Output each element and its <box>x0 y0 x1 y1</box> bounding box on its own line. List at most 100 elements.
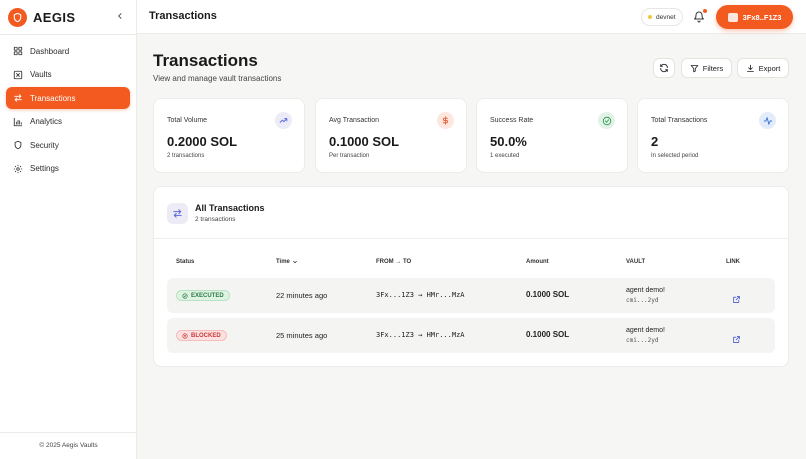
time-cell: 25 minutes ago <box>276 331 328 340</box>
amount-cell: 0.1000 SOL <box>526 330 570 339</box>
status-label: EXECUTED <box>191 292 224 299</box>
sort-chevron-down-icon <box>293 260 297 264</box>
stat-card-total-volume: Total Volume 0.2000 SOL 2 transactions <box>153 98 305 173</box>
collapse-sidebar-button[interactable] <box>113 9 127 23</box>
amount-cell: 0.1000 SOL <box>526 290 570 299</box>
column-label: Time <box>276 259 290 265</box>
stat-label: Avg Transaction <box>329 117 380 124</box>
external-link-icon[interactable] <box>732 291 741 303</box>
page-title: Transactions <box>153 51 258 70</box>
stat-card-avg-transaction: Avg Transaction 0.1000 SOL Per transacti… <box>315 98 467 173</box>
table-row[interactable]: EXECUTED 22 minutes ago 3Fx...1Z3 → HMr.… <box>167 278 775 313</box>
export-button[interactable]: Export <box>737 58 789 78</box>
sidebar-item-label: Dashboard <box>30 46 70 56</box>
stat-value: 2 <box>651 134 659 149</box>
check-circle-icon <box>182 292 188 299</box>
sidebar-footer-divider <box>0 432 137 433</box>
topbar: Transactions devnet 3Fx8..F1Z3 <box>137 0 806 34</box>
wallet-icon <box>727 12 738 22</box>
sidebar-item-label: Transactions <box>30 93 76 103</box>
stat-sub: In selected period <box>651 153 699 159</box>
vault-id: cmi...2yd <box>626 297 659 304</box>
column-label: LINK <box>726 259 740 265</box>
topbar-title: Transactions <box>149 10 217 22</box>
column-label: FROM → TO <box>376 259 412 265</box>
panel-subtitle: 2 transactions <box>195 216 236 223</box>
vault-name[interactable]: agent demo! <box>626 327 665 334</box>
route-cell: 3Fx...1Z3 → HMr...MzA <box>376 291 465 299</box>
table-row[interactable]: BLOCKED 25 minutes ago 3Fx...1Z3 → HMr..… <box>167 318 775 353</box>
column-header-amount[interactable]: Amount <box>526 259 549 265</box>
transfer-icon <box>14 94 22 102</box>
transfer-icon <box>167 203 188 224</box>
stat-label: Total Transactions <box>651 117 708 124</box>
wallet-address: 3Fx8..F1Z3 <box>742 12 782 22</box>
stat-label: Total Volume <box>167 117 208 124</box>
stat-sub: 1 executed <box>490 153 520 159</box>
network-badge[interactable]: devnet <box>641 8 683 26</box>
column-header-route[interactable]: FROM → TO <box>376 259 411 265</box>
filter-icon <box>690 64 699 72</box>
stat-sub: 2 transactions <box>167 153 205 159</box>
sidebar-item-settings[interactable]: Settings <box>6 158 130 180</box>
shield-logo-icon <box>8 8 27 27</box>
column-header-time[interactable]: Time <box>276 259 298 265</box>
sidebar-item-transactions[interactable]: Transactions <box>6 87 130 109</box>
transactions-panel: All Transactions 2 transactions Status T… <box>153 186 789 367</box>
stat-label: Success Rate <box>490 117 534 124</box>
vault-name[interactable]: agent demo! <box>626 287 665 294</box>
sidebar: AEGIS Dashboard Vaults Transactions Anal… <box>0 0 137 459</box>
stat-value: 0.2000 SOL <box>167 134 238 149</box>
export-label: Export <box>758 63 781 73</box>
stat-value: 0.1000 SOL <box>329 134 400 149</box>
column-header-link: LINK <box>726 259 740 265</box>
brand[interactable]: AEGIS <box>8 8 75 27</box>
activity-icon <box>759 112 776 129</box>
filters-label: Filters <box>702 63 724 73</box>
column-header-vault[interactable]: VAULT <box>626 259 645 265</box>
vault-id: cmi...2yd <box>626 337 659 344</box>
network-label: devnet <box>656 13 676 21</box>
trending-up-icon <box>275 112 292 129</box>
panel-divider <box>154 238 788 239</box>
stat-value: 50.0% <box>490 134 527 149</box>
stat-sub: Per transaction <box>329 153 370 159</box>
sidebar-item-label: Security <box>30 140 59 150</box>
check-circle-icon <box>598 112 615 129</box>
column-header-status[interactable]: Status <box>176 259 194 265</box>
sidebar-item-security[interactable]: Security <box>6 134 130 156</box>
refresh-button[interactable] <box>653 58 675 78</box>
page-subtitle: View and manage vault transactions <box>153 74 282 83</box>
column-label: VAULT <box>626 259 646 265</box>
sidebar-item-vaults[interactable]: Vaults <box>6 64 130 86</box>
notification-dot <box>703 9 707 13</box>
sidebar-nav: Dashboard Vaults Transactions Analytics … <box>6 40 130 181</box>
panel-title: All Transactions <box>195 203 265 213</box>
sidebar-item-dashboard[interactable]: Dashboard <box>6 40 130 62</box>
sidebar-item-label: Vaults <box>30 70 52 79</box>
notifications-button[interactable] <box>693 9 707 24</box>
time-cell: 22 minutes ago <box>276 291 328 300</box>
external-link-icon[interactable] <box>732 331 741 343</box>
network-status-dot <box>648 15 652 19</box>
stat-card-success-rate: Success Rate 50.0% 1 executed <box>476 98 628 173</box>
wallet-button[interactable]: 3Fx8..F1Z3 <box>716 5 793 29</box>
status-badge: EXECUTED <box>176 290 230 301</box>
stat-card-total-transactions: Total Transactions 2 In selected period <box>637 98 789 173</box>
status-label: BLOCKED <box>191 332 221 339</box>
chevron-left-icon <box>118 13 122 19</box>
filters-button[interactable]: Filters <box>681 58 732 78</box>
download-icon <box>746 64 754 72</box>
brand-name: AEGIS <box>33 10 76 25</box>
sidebar-item-analytics[interactable]: Analytics <box>6 111 130 133</box>
route-cell: 3Fx...1Z3 → HMr...MzA <box>376 331 465 339</box>
shield-icon <box>14 140 22 150</box>
dashboard-icon <box>13 46 23 56</box>
column-label: Status <box>176 259 195 265</box>
gear-icon <box>13 164 23 173</box>
sidebar-footer: © 2025 Aegis Vaults <box>39 442 98 449</box>
bar-chart-icon <box>13 117 23 126</box>
x-circle-icon <box>182 332 188 339</box>
sidebar-item-label: Settings <box>30 164 59 173</box>
vault-icon <box>13 70 23 79</box>
